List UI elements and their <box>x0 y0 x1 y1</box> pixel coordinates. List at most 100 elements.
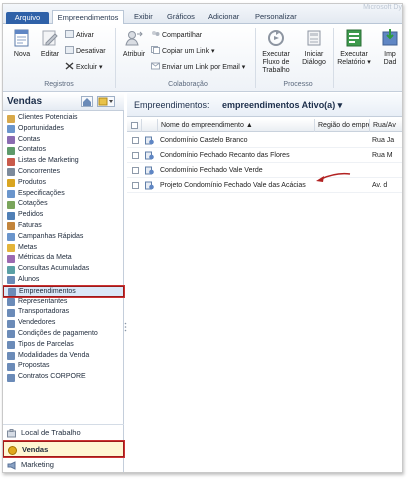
column-header-rua[interactable]: Rua/Av <box>370 119 402 132</box>
nav-item[interactable]: Vendedores <box>3 318 124 329</box>
nav-item[interactable]: Pedidos <box>3 210 124 221</box>
nav-item[interactable]: Condições de pagamento <box>3 329 124 340</box>
new-record-icon <box>14 29 29 47</box>
pin-menu-icon[interactable] <box>97 96 115 107</box>
table-row[interactable]: Condomínio Fechado Recanto das Flores Rua… <box>127 149 402 163</box>
nav-item[interactable]: Produtos <box>3 178 124 189</box>
executar-relatorio-button[interactable]: Executar Relatório ▾ <box>335 28 373 67</box>
dialog-icon <box>307 30 321 46</box>
nav-item[interactable]: Contas <box>3 135 124 146</box>
nav-item[interactable]: Propostas <box>3 361 124 372</box>
table-row[interactable]: Condomínio Castelo Branco Rua Ja <box>127 134 402 148</box>
tab-file[interactable]: Arquivo <box>6 12 49 24</box>
ativar-button[interactable]: Ativar <box>65 30 94 40</box>
nav-item-label: Consultas Acumuladas <box>18 265 90 273</box>
executar-fluxo-button[interactable]: Executar Fluxo de Trabalho <box>257 28 295 75</box>
nav-item[interactable]: Consultas Acumuladas <box>3 264 124 275</box>
nav-list: Clientes Potenciais Oportunidades Contas Co… <box>3 113 125 383</box>
nav-item[interactable]: Faturas <box>3 221 124 232</box>
nav-item[interactable]: Métricas da Meta <box>3 253 124 264</box>
copiar-link-dropdown-icon[interactable]: ▾ <box>209 48 215 55</box>
copiar-link-button[interactable]: Copiar um Link ▾ <box>151 46 215 56</box>
nav-item-label: Clientes Potenciais <box>18 114 78 121</box>
nav-item-label: Condições de pagamento <box>18 329 98 337</box>
cell-nome[interactable]: Condomínio Fechado Vale Verde <box>160 164 263 178</box>
nav-item-label: Propostas <box>18 362 50 370</box>
nav-area-vendas[interactable]: Vendas <box>3 440 125 458</box>
entity-icon <box>7 125 15 134</box>
nav-area-marketing[interactable]: Marketing <box>3 457 124 472</box>
tab-empreendimentos[interactable]: Empreendimentos <box>52 10 124 25</box>
nav-item-label: Vendedores <box>18 319 56 327</box>
nav-item-label: Cotações <box>18 200 48 208</box>
nav-item-label: Faturas <box>18 221 42 229</box>
editar-button[interactable]: Editar <box>33 28 67 59</box>
entity-icon <box>7 341 15 350</box>
tab-exibir[interactable]: Exibir <box>134 10 153 24</box>
nav-item[interactable]: Metas <box>3 243 124 254</box>
nav-item[interactable]: Representantes <box>3 297 124 308</box>
copy-link-icon <box>151 46 160 54</box>
nav-item[interactable]: Contatos <box>3 145 124 156</box>
cell-nome[interactable]: Condomínio Castelo Branco <box>160 134 248 148</box>
nav-item[interactable]: Contratos CORPORE <box>3 372 124 383</box>
row-checkbox[interactable] <box>132 167 139 174</box>
nav-item-label: Oportunidades <box>18 124 64 132</box>
cell-nome[interactable]: Projeto Condomínio Fechado Vale das Acác… <box>160 179 306 193</box>
nav-area-local-trabalho[interactable]: Local de Trabalho <box>3 425 124 441</box>
row-checkbox[interactable] <box>132 137 139 144</box>
nav-item[interactable]: Cotações <box>3 199 124 210</box>
nav-item[interactable]: Clientes Potenciais <box>3 113 124 124</box>
record-icon <box>145 151 154 160</box>
nav-item[interactable]: Alunos <box>3 275 124 286</box>
nav-item[interactable]: Empreendimentos <box>3 284 125 298</box>
excluir-button[interactable]: Excluir ▾ <box>65 62 102 72</box>
cell-rua: Av. d <box>372 182 388 189</box>
entity-icon <box>7 319 15 328</box>
tab-personalizar[interactable]: Personalizar <box>255 10 297 24</box>
nav-item[interactable]: Modalidades da Venda <box>3 351 124 362</box>
home-icon[interactable] <box>81 96 93 107</box>
workplace-icon <box>7 429 16 438</box>
nav-item[interactable]: Transportadoras <box>3 307 124 318</box>
iniciar-dialogo-button[interactable]: Iniciar Diálogo <box>299 28 329 67</box>
excluir-label: Excluir <box>76 64 98 71</box>
column-header-nome[interactable]: Nome do empreendimento ▲ <box>158 119 315 132</box>
nav-item[interactable]: Concorrentes <box>3 167 124 178</box>
select-all-checkbox[interactable] <box>131 122 138 129</box>
enviar-link-dropdown-icon[interactable]: ▾ <box>240 64 246 71</box>
table-row[interactable]: Projeto Condomínio Fechado Vale das Acác… <box>127 179 402 193</box>
table-row[interactable]: Condomínio Fechado Vale Verde <box>127 164 402 178</box>
excluir-dropdown-icon[interactable]: ▾ <box>97 64 103 71</box>
cell-rua: Rua M <box>372 152 393 159</box>
row-checkbox[interactable] <box>132 182 139 189</box>
importar-dados-button[interactable]: Imp Dad <box>377 28 402 67</box>
nav-item-label: Contatos <box>18 146 47 154</box>
entity-label: Empreendimentos: <box>134 100 210 110</box>
column-header-regiao[interactable]: Região do empre... <box>315 119 370 132</box>
entity-icon <box>7 190 15 199</box>
compartilhar-label: Compartilhar <box>162 32 203 39</box>
tab-graficos[interactable]: Gráficos <box>167 10 195 24</box>
nav-item-label: Campanhas Rápidas <box>18 232 84 240</box>
nav-item[interactable]: Campanhas Rápidas <box>3 232 124 243</box>
nav-item[interactable]: Especificações <box>3 189 124 200</box>
select-all-cell <box>127 119 142 132</box>
nav-item-label: Especificações <box>18 189 65 197</box>
compartilhar-button[interactable]: Compartilhar <box>151 30 202 40</box>
tab-adicionar[interactable]: Adicionar <box>208 10 239 24</box>
entity-icon <box>7 373 15 382</box>
nav-item[interactable]: Oportunidades <box>3 124 124 135</box>
entity-icon <box>7 244 15 253</box>
nav-item[interactable]: Tipos de Parcelas <box>3 340 124 351</box>
nav-item[interactable]: Listas de Marketing <box>3 156 124 167</box>
activate-icon <box>65 30 74 38</box>
desativar-button[interactable]: Desativar <box>65 46 106 56</box>
row-checkbox[interactable] <box>132 152 139 159</box>
view-selector[interactable]: empreendimentos Ativo(a) ▾ <box>222 100 342 111</box>
cell-nome[interactable]: Condomínio Fechado Recanto das Flores <box>160 149 290 163</box>
nav-item-label: Empreendimentos <box>19 287 76 295</box>
relatorio-dropdown-icon[interactable]: ▾ <box>365 59 371 66</box>
enviar-link-button[interactable]: Enviar um Link por Email ▾ <box>151 62 245 72</box>
atribuir-button[interactable]: Atribuir <box>117 28 151 59</box>
